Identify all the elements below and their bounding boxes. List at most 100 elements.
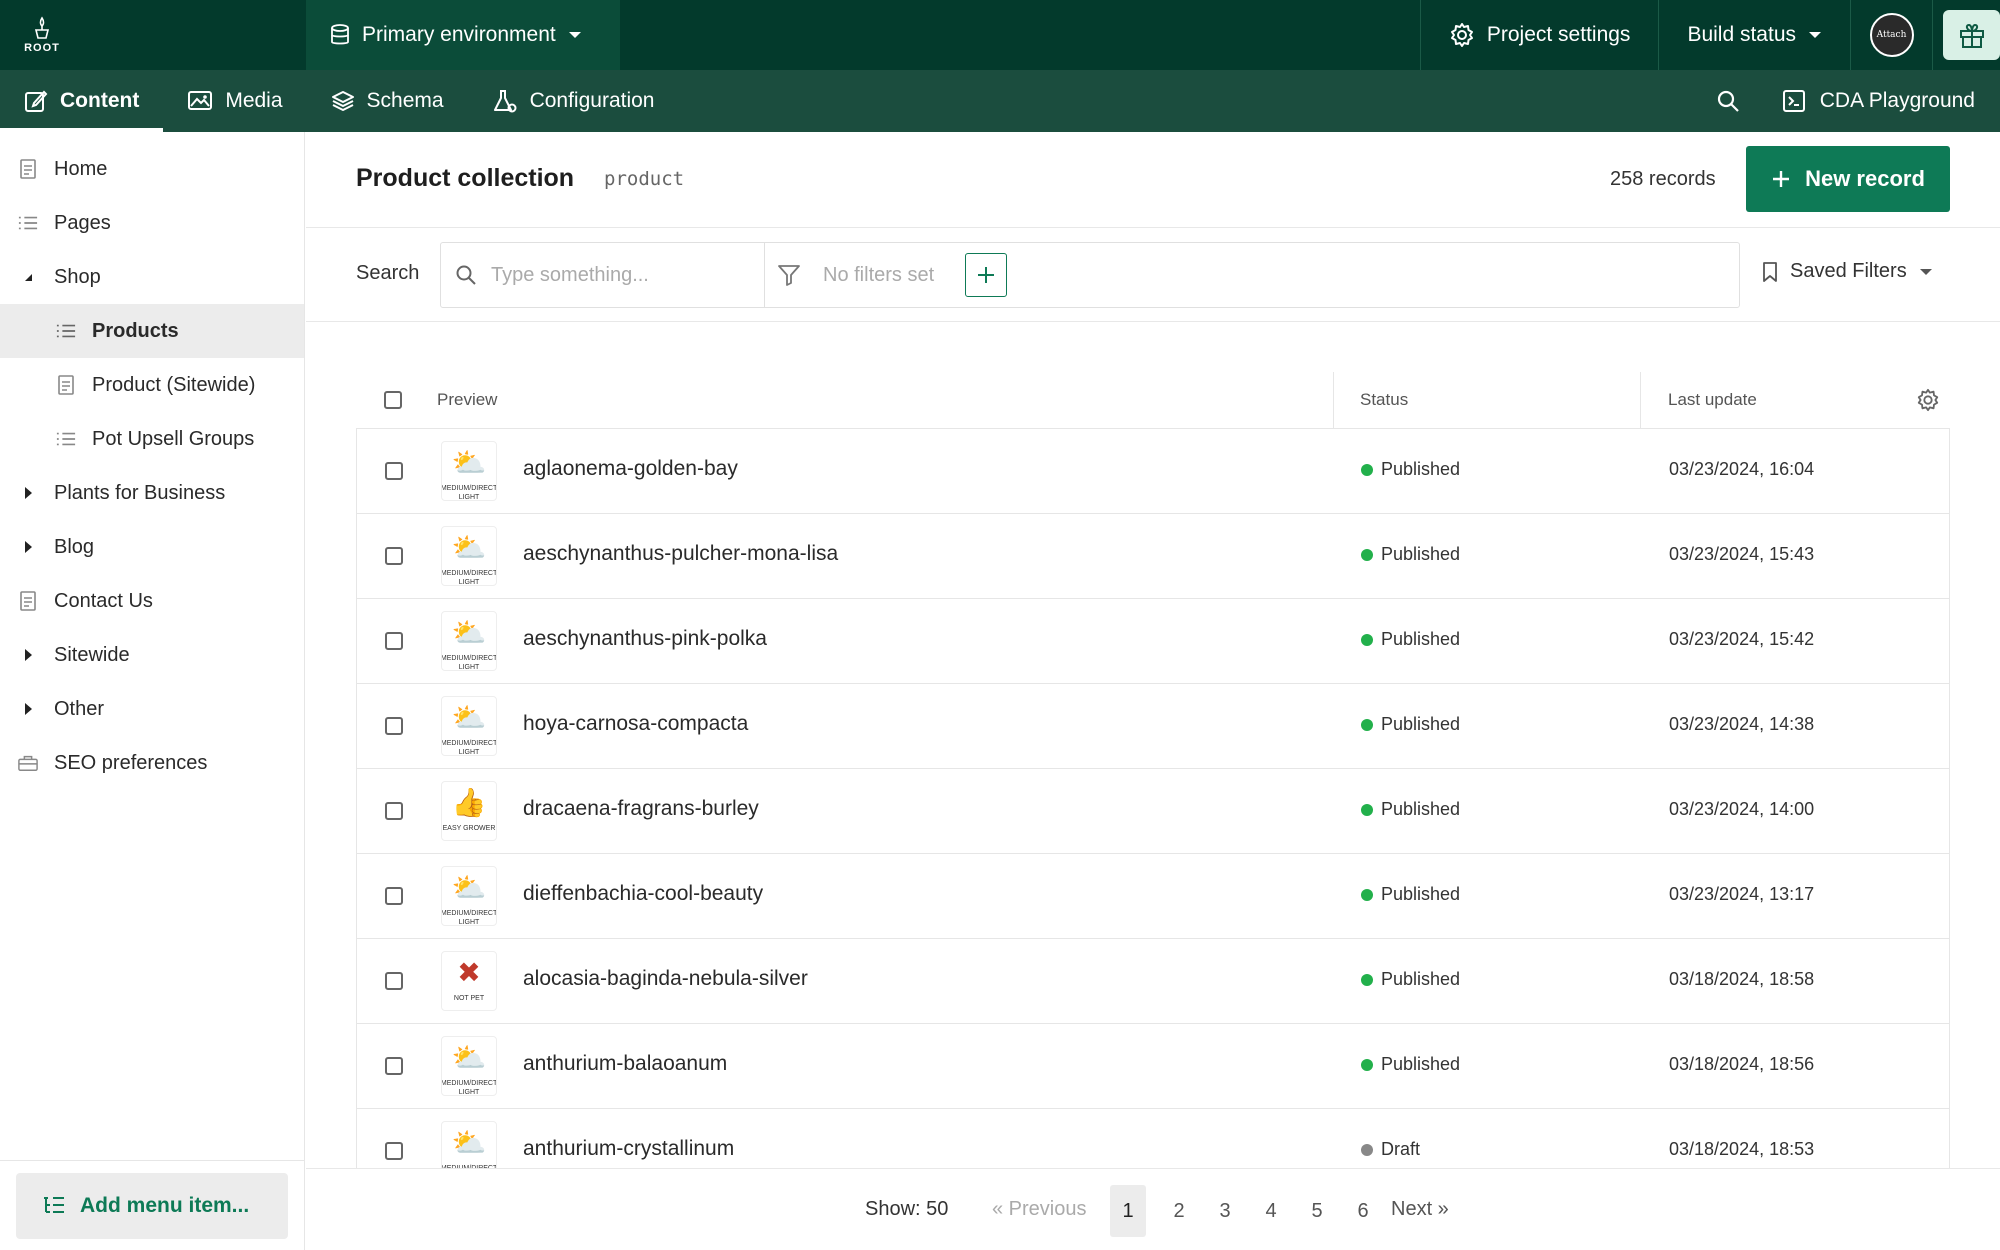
record-title[interactable]: anthurium-balaoanum (523, 1052, 727, 1076)
tab-configuration[interactable]: Configuration (468, 70, 679, 132)
sidebar: Home Pages Shop Products Product (Sitewi… (0, 132, 305, 1250)
sidebar-item-product-sitewide[interactable]: Product (Sitewide) (0, 358, 304, 412)
filter-control[interactable]: No filters set (777, 243, 934, 307)
sidebar-footer: Add menu item... (0, 1160, 305, 1250)
tab-media[interactable]: Media (163, 70, 306, 132)
sidebar-item-label: Products (92, 319, 179, 342)
record-title[interactable]: hoya-carnosa-compacta (523, 712, 748, 736)
table-row[interactable]: ⛅ MEDIUM/DIRECT LIGHT dieffenbachia-cool-b… (357, 854, 1949, 939)
add-filter-button[interactable] (965, 253, 1007, 297)
global-search-button[interactable] (1698, 70, 1758, 132)
sidebar-item-sitewide[interactable]: Sitewide (0, 628, 304, 682)
select-all-checkbox[interactable] (384, 391, 402, 409)
row-checkbox[interactable] (385, 1057, 403, 1075)
preview-thumbnail: ⛅ MEDIUM/DIRECT LIGHT (441, 1036, 497, 1096)
sidebar-item-home[interactable]: Home (0, 142, 304, 196)
row-checkbox[interactable] (385, 717, 403, 735)
sidebar-item-contact-us[interactable]: Contact Us (0, 574, 304, 628)
environment-switcher[interactable]: Primary environment (306, 0, 620, 70)
row-checkbox[interactable] (385, 547, 403, 565)
record-title[interactable]: anthurium-crystallinum (523, 1137, 734, 1161)
preview-thumbnail: ⛅ MEDIUM/DIRECT LIGHT (441, 866, 497, 926)
caret-right-icon (18, 645, 38, 665)
page-size-selector[interactable]: Show: 50 (865, 1198, 948, 1221)
top-bar: ROOT Primary environment Project setting… (0, 0, 2000, 70)
page-number[interactable]: 3 (1202, 1185, 1248, 1237)
column-settings-gear-icon[interactable] (1916, 388, 1940, 412)
page-number[interactable]: 1 (1110, 1185, 1146, 1237)
model-api-key: product (604, 168, 685, 190)
search-icon (1717, 90, 1739, 112)
record-title[interactable]: aeschynanthus-pink-polka (523, 627, 767, 651)
search-box: No filters set (440, 242, 1740, 308)
sidebar-item-shop[interactable]: Shop (0, 250, 304, 304)
search-input[interactable] (491, 263, 751, 287)
table-row[interactable]: ⛅ MEDIUM/DIRECT LIGHT aeschynanthus-pink-p… (357, 599, 1949, 684)
column-header-preview[interactable]: Preview (437, 390, 497, 410)
record-title[interactable]: dracaena-fragrans-burley (523, 797, 759, 821)
whats-new-button[interactable] (1932, 0, 2000, 70)
table-row[interactable]: ⛅MEDIUM/DIRECT LIGHT anthurium-crystallin… (357, 1109, 1949, 1168)
sidebar-item-plants-for-business[interactable]: Plants for Business (0, 466, 304, 520)
cda-playground-button[interactable]: CDA Playground (1782, 89, 2000, 113)
plus-icon (1773, 171, 1790, 187)
sidebar-item-other[interactable]: Other (0, 682, 304, 736)
thumbnail-caption: MEDIUM/DIRECT LIGHT (441, 740, 497, 756)
new-record-button[interactable]: New record (1746, 146, 1950, 212)
tab-schema[interactable]: Schema (307, 70, 468, 132)
sidebar-item-blog[interactable]: Blog (0, 520, 304, 574)
record-title[interactable]: alocasia-baginda-nebula-silver (523, 967, 808, 991)
row-checkbox[interactable] (385, 1142, 403, 1160)
status-badge: Published (1361, 1054, 1460, 1075)
table-row[interactable]: ✖ NOT PET alocasia-baginda-nebula-silver Pu… (357, 939, 1949, 1024)
last-update: 03/18/2024, 18:58 (1669, 969, 1815, 989)
status-dot (1361, 973, 1373, 986)
document-icon (18, 591, 38, 611)
caret-down-icon (568, 32, 581, 38)
table-row[interactable]: ⛅ MEDIUM/DIRECT LIGHT aglaonema-golden-bay… (357, 429, 1949, 514)
caret-right-icon (18, 699, 38, 719)
column-header-last-update[interactable]: Last update (1668, 390, 1757, 410)
project-settings-button[interactable]: Project settings (1419, 0, 1659, 70)
sidebar-item-pot-upsell-groups[interactable]: Pot Upsell Groups (0, 412, 304, 466)
sidebar-item-label: SEO preferences (54, 751, 208, 774)
saved-filters-button[interactable]: Saved Filters (1762, 260, 1933, 283)
sun-cloud-icon: ⛅ (451, 1127, 487, 1158)
tab-content[interactable]: Content (0, 70, 164, 132)
table-row[interactable]: 👍 EASY GROWER dracaena-fragrans-burley Publ… (357, 769, 1949, 854)
table-row[interactable]: ⛅ MEDIUM/DIRECT LIGHT anthurium-balaoanum P… (357, 1024, 1949, 1109)
column-header-status[interactable]: Status (1360, 390, 1408, 410)
list-icon (18, 213, 38, 233)
row-checkbox[interactable] (385, 802, 403, 820)
add-menu-item-button[interactable]: Add menu item... (16, 1172, 288, 1239)
tab-schema-label: Schema (366, 89, 444, 112)
build-status-button[interactable]: Build status (1658, 0, 1850, 70)
brand-logo[interactable]: ROOT (0, 0, 84, 70)
sidebar-item-seo-preferences[interactable]: SEO preferences (0, 736, 304, 790)
sidebar-item-products[interactable]: Products (0, 304, 304, 358)
sidebar-item-pages[interactable]: Pages (0, 196, 304, 250)
row-checkbox[interactable] (385, 972, 403, 990)
filters-label: No filters set (823, 263, 935, 286)
previous-page-link[interactable]: « Previous (992, 1198, 1087, 1221)
row-checkbox[interactable] (385, 462, 403, 480)
page-number[interactable]: 2 (1156, 1185, 1202, 1237)
table-row[interactable]: ⛅ MEDIUM/DIRECT LIGHT hoya-carnosa-compact… (357, 684, 1949, 769)
row-checkbox[interactable] (385, 887, 403, 905)
user-menu[interactable]: Attach (1850, 0, 1932, 70)
record-title[interactable]: dieffenbachia-cool-beauty (523, 882, 763, 906)
page-number[interactable]: 6 (1340, 1185, 1386, 1237)
page-number[interactable]: 4 (1248, 1185, 1294, 1237)
status-dot (1361, 548, 1373, 561)
row-checkbox[interactable] (385, 632, 403, 650)
next-page-link[interactable]: Next » (1391, 1198, 1449, 1221)
saved-filters-label: Saved Filters (1790, 260, 1907, 282)
table-row[interactable]: ⛅ MEDIUM/DIRECT LIGHT aeschynanthus-pulche… (357, 514, 1949, 599)
tab-content-label: Content (60, 89, 140, 112)
page-number[interactable]: 5 (1294, 1185, 1340, 1237)
sidebar-item-label: Other (54, 697, 105, 720)
thumbnail-caption: MEDIUM/DIRECT LIGHT (441, 910, 497, 926)
sidebar-item-label: Shop (54, 265, 101, 288)
record-title[interactable]: aglaonema-golden-bay (523, 457, 738, 481)
record-title[interactable]: aeschynanthus-pulcher-mona-lisa (523, 542, 838, 566)
